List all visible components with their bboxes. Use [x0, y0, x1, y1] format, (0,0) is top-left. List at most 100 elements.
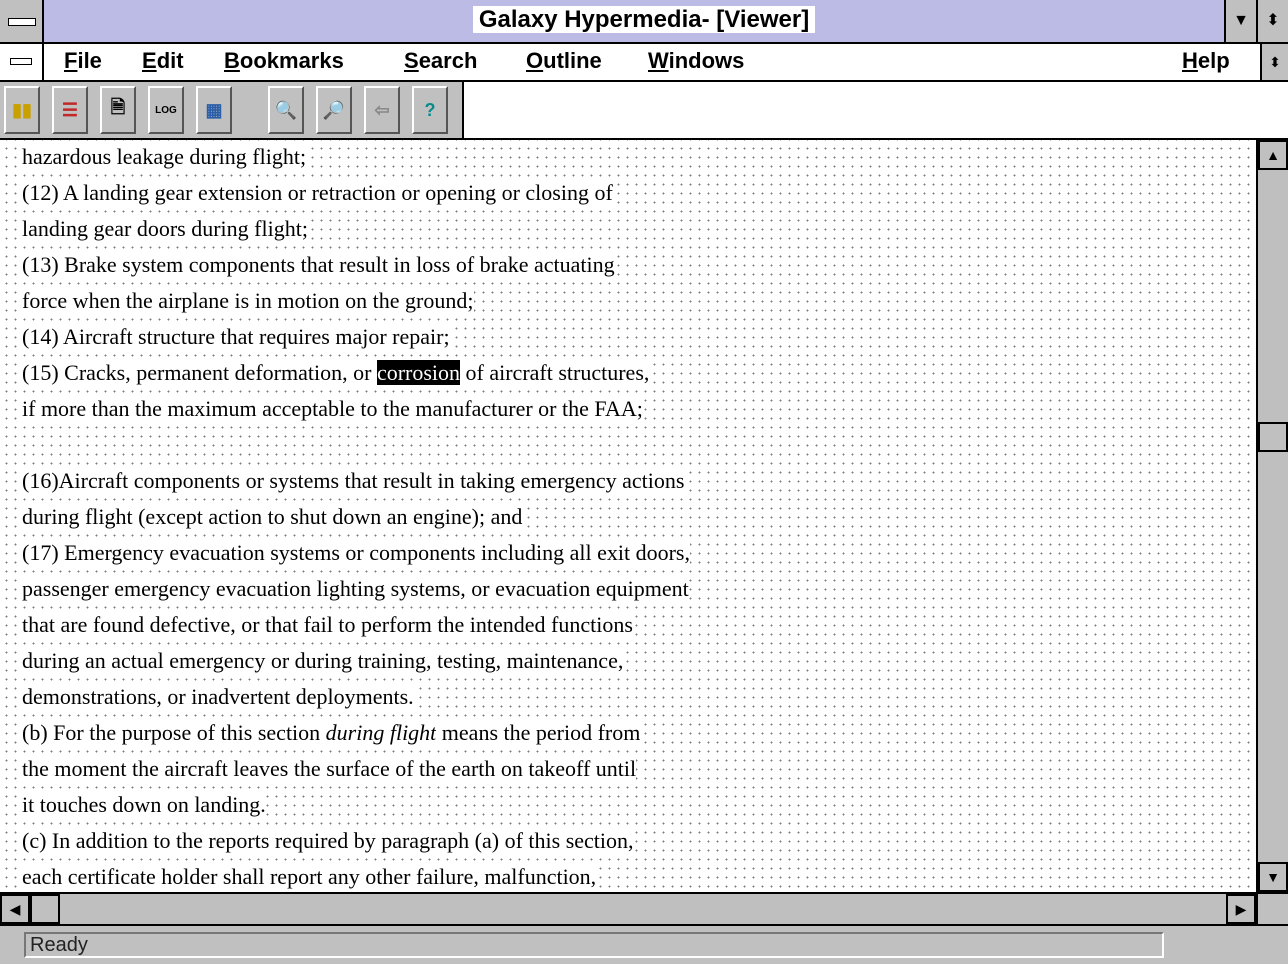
line-text: (16)Aircraft components or systems that … [22, 468, 685, 493]
document-line: force when the airplane is in motion on … [22, 288, 474, 314]
menu-outline[interactable]: Outline [524, 48, 604, 74]
help-button[interactable]: ? [412, 86, 448, 134]
scroll-up-button[interactable]: ▲ [1258, 140, 1288, 170]
window-title-text: Galaxy Hypermedia- [Viewer] [472, 6, 816, 33]
search-next-button[interactable]: 🔎 [316, 86, 352, 134]
search-button[interactable]: 🔍 [268, 86, 304, 134]
document-line: passenger emergency evacuation lighting … [22, 576, 689, 602]
window-title: Galaxy Hypermedia- [Viewer] [0, 6, 1288, 34]
document-line: (14) Aircraft structure that requires ma… [22, 324, 450, 350]
line-text: (17) Emergency evacuation systems or com… [22, 540, 690, 565]
line-text: during an actual emergency or during tra… [22, 648, 624, 673]
library-books-icon: ▮▮ [12, 99, 32, 120]
menu-bookmarks[interactable]: Bookmarks [222, 48, 346, 74]
menu-accelerator: E [142, 48, 157, 73]
menu-accelerator: F [64, 48, 78, 73]
restore-icon: ⬍ [1269, 54, 1281, 70]
vertical-scroll-thumb[interactable] [1258, 421, 1288, 452]
menu-label-rest: utline [543, 48, 602, 73]
document-line: (16)Aircraft components or systems that … [22, 468, 685, 494]
search-hit-highlight[interactable]: corrosion [376, 360, 461, 385]
title-bar[interactable]: Galaxy Hypermedia- [Viewer] ▼ ⬍ [0, 0, 1288, 44]
toolbar: ▮▮ ☰ 🗎 LOG ▦ 🔍 🔎 ⇦? [0, 82, 1288, 140]
document-line: (b) For the purpose of this section duri… [22, 720, 641, 746]
document-icon: 🗎 [110, 97, 126, 117]
scroll-left-button[interactable]: ◀ [0, 894, 30, 924]
document-line: demonstrations, or inadvertent deploymen… [22, 684, 414, 710]
menu-label-rest: dit [156, 48, 184, 73]
menu-label-rest: indows [668, 48, 745, 73]
help-icon: ? [424, 99, 436, 120]
child-system-menu-button[interactable] [0, 44, 44, 80]
arrow-left-icon: ◀ [9, 900, 21, 917]
document-view[interactable]: hazardous leakage during flight; (12) A l… [0, 140, 1256, 892]
horizontal-scroll-thumb[interactable] [30, 894, 60, 924]
scroll-down-button[interactable]: ▼ [1258, 862, 1288, 892]
table-of-contents-icon: ☰ [61, 99, 79, 120]
line-text: the moment the aircraft leaves the surfa… [22, 756, 637, 781]
status-bar: Ready [0, 924, 1288, 964]
document-line: (12) A landing gear extension or retract… [22, 180, 613, 206]
search-icon: 🔍 [274, 99, 298, 120]
vertical-scrollbar[interactable]: ▲ ▼ [1256, 140, 1288, 892]
line-text: force when the airplane is in motion on … [22, 288, 474, 313]
line-text: (13) Brake system components that result… [22, 252, 615, 277]
document-line: (c) In addition to the reports required … [22, 828, 634, 854]
log-button[interactable]: LOG [148, 86, 184, 134]
arrow-right-icon: ▶ [1235, 900, 1247, 917]
line-text: of aircraft structures, [460, 360, 650, 385]
menu-accelerator: B [224, 48, 240, 73]
italic-term: during flight [325, 720, 437, 745]
menu-accelerator: O [526, 48, 544, 73]
document-line: hazardous leakage during flight; [22, 144, 307, 170]
menu-help[interactable]: Help [1180, 48, 1232, 74]
window-tile-button[interactable]: ▦ [196, 86, 232, 134]
menu-label-rest: earch [418, 48, 478, 73]
log-icon: LOG [155, 104, 177, 116]
line-text: (c) In addition to the reports required … [22, 828, 634, 853]
document-line: if more than the maximum acceptable to t… [22, 396, 643, 422]
table-of-contents-button[interactable]: ☰ [52, 86, 88, 134]
line-text: that are found defective, or that fail t… [22, 612, 633, 637]
menu-edit[interactable]: Edit [140, 48, 186, 74]
menu-label-rest: ookmarks [239, 48, 344, 73]
horizontal-scrollbar[interactable]: ◀ ▶ [0, 892, 1256, 924]
toolbar-empty-area [462, 82, 1288, 138]
menu-accelerator: W [648, 48, 669, 73]
menu-bar: File Edit Bookmarks Search Outline Windows Hel… [0, 44, 1288, 82]
menu-label-rest: ile [77, 48, 102, 73]
line-text: means the period from [436, 720, 641, 745]
document-line: each certificate holder shall report any… [22, 864, 597, 890]
line-text: if more than the maximum acceptable to t… [22, 396, 643, 421]
line-text: (b) For the purpose of this section [22, 720, 326, 745]
window-tile-icon: ▦ [205, 99, 223, 120]
child-system-menu-icon [10, 58, 32, 65]
document-line: during flight (except action to shut dow… [22, 504, 523, 530]
line-text: (15) Cracks, permanent deformation, or [22, 360, 377, 385]
menu-accelerator: H [1182, 48, 1198, 73]
document-line: (13) Brake system components that result… [22, 252, 615, 278]
line-text: (14) Aircraft structure that requires ma… [22, 324, 450, 349]
document-line: (15) Cracks, permanent deformation, or c… [22, 360, 650, 386]
line-text: (12) A landing gear extension or retract… [22, 180, 613, 205]
back-arrow-icon: ⇦ [374, 99, 390, 120]
minimize-icon: ▼ [1233, 12, 1249, 29]
menu-windows[interactable]: Windows [646, 48, 747, 74]
back-arrow-button[interactable]: ⇦ [364, 86, 400, 134]
line-text: hazardous leakage during flight; [22, 144, 307, 169]
document-button[interactable]: 🗎 [100, 86, 136, 134]
library-books-button[interactable]: ▮▮ [4, 86, 40, 134]
document-line: landing gear doors during flight; [22, 216, 308, 242]
minimize-button[interactable]: ▼ [1224, 0, 1256, 42]
line-text: during flight (except action to shut dow… [22, 504, 523, 529]
menu-search[interactable]: Search [402, 48, 480, 74]
line-text: demonstrations, or inadvertent deploymen… [22, 684, 414, 709]
restore-button[interactable]: ⬍ [1260, 44, 1288, 80]
arrow-down-icon: ▼ [1266, 869, 1280, 885]
scroll-right-button[interactable]: ▶ [1226, 894, 1256, 924]
maximize-button[interactable]: ⬍ [1256, 0, 1288, 42]
document-line: that are found defective, or that fail t… [22, 612, 633, 638]
menu-file[interactable]: File [62, 48, 104, 74]
line-text: landing gear doors during flight; [22, 216, 308, 241]
line-text: passenger emergency evacuation lighting … [22, 576, 689, 601]
